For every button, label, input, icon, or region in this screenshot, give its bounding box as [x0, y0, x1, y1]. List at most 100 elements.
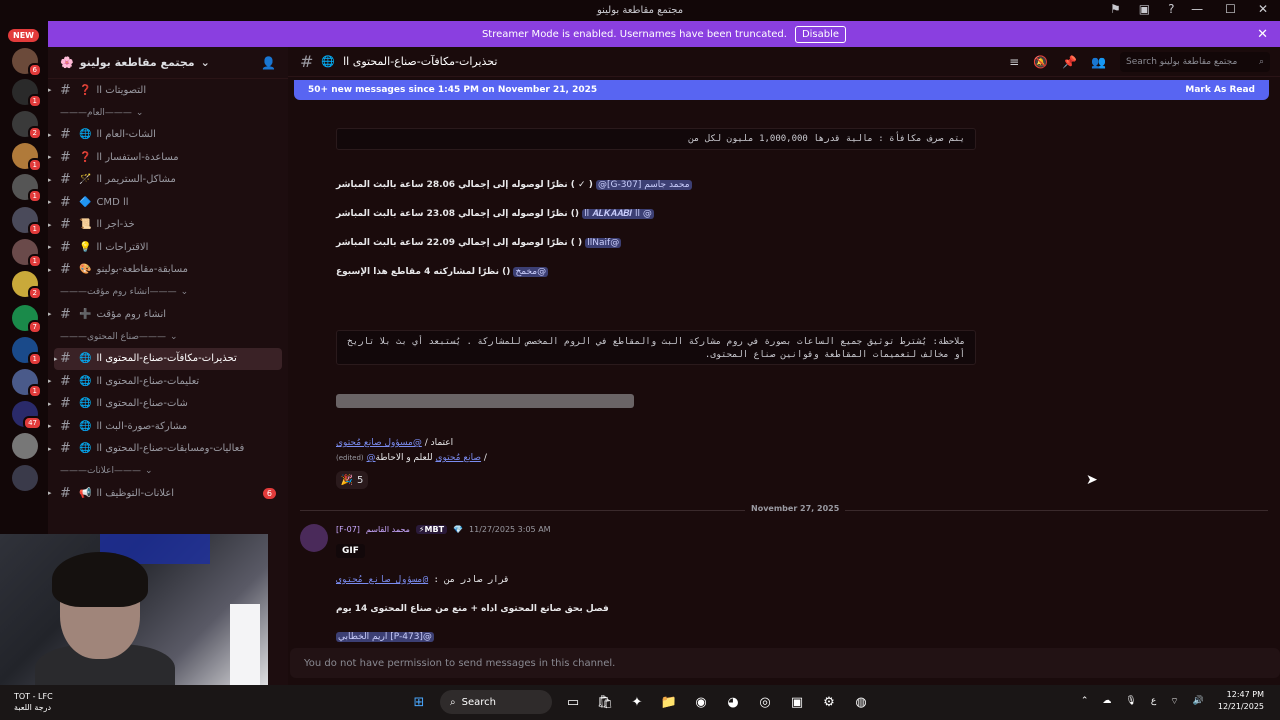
channel-item[interactable]: ▸ # 🌐 شات-صناع-المحتوى اا	[48, 393, 288, 416]
close-window-icon[interactable]: ✕	[1258, 2, 1268, 16]
server-icon[interactable]: 1	[12, 143, 42, 172]
author-id[interactable]: [F-07]	[336, 525, 360, 534]
obs-icon[interactable]: ◎	[754, 691, 776, 713]
notifications-icon[interactable]: 🔕	[1033, 55, 1048, 69]
channel-item[interactable]: ▸ # 🌐 فعاليات-ومسابقات-صناع-المحتوى اا	[48, 438, 288, 461]
channel-item[interactable]: ▸ # 📢 اعلانات-التوظيف اا 6	[48, 482, 288, 505]
channel-category[interactable]: ———صناع المحتوى——— ⌄	[48, 326, 288, 348]
last-mention[interactable]: @[P-473] اريم الخطابي	[336, 632, 434, 642]
discord-icon[interactable]: ◕	[722, 691, 744, 713]
store-icon[interactable]: 🛍	[594, 691, 616, 713]
server-icon[interactable]: 1	[12, 79, 42, 108]
channel-item[interactable]: ▸ # 🔷 CMD اا	[48, 191, 288, 214]
minimize-icon[interactable]: —	[1191, 2, 1203, 16]
window-titlebar: مجتمع مقاطعة بولينو ⚑ ▣ ? — ☐ ✕	[0, 0, 1280, 21]
mention-user-3[interactable]: @llNaif	[585, 238, 622, 248]
mic-icon[interactable]: 🎙	[1125, 696, 1136, 706]
channel-label: انشاء روم مؤقت	[96, 308, 167, 320]
mention-user-2[interactable]: @ اا 𝑨𝑳𝑲𝑨𝑨𝑩𝑰 اا	[582, 209, 654, 219]
reaction-button[interactable]: 🎉 5	[336, 471, 368, 489]
channel-item[interactable]: ▸ # ➕ انشاء روم مؤقت	[48, 303, 288, 326]
steam-icon[interactable]: ⚙	[818, 691, 840, 713]
server-icon[interactable]: 2	[12, 111, 42, 140]
avatar[interactable]	[300, 524, 328, 552]
channel-item[interactable]: ▸ # 💡 الاقتراحات اا	[48, 236, 288, 259]
inbox-icon[interactable]: ⚑	[1110, 2, 1121, 16]
channel-item[interactable]: ▸ # 🌐 مشاركة-صورة-البث اا	[48, 415, 288, 438]
server-icon[interactable]: 1	[12, 174, 42, 203]
server-icon[interactable]: 1	[12, 239, 42, 268]
channel-label: الاقتراحات اا	[96, 241, 149, 253]
new-messages-bar[interactable]: 50+ new messages since 1:45 PM on Novemb…	[294, 80, 1269, 100]
game-icon[interactable]: ▣	[786, 691, 808, 713]
channel-item[interactable]: ▸ # 🪄 مشاكل-الستريمر اا	[48, 169, 288, 192]
channel-emoji-icon: 🎨	[79, 264, 92, 276]
help-icon[interactable]: ?	[1168, 2, 1174, 16]
mention-user-4[interactable]: @مخمخ	[513, 267, 549, 277]
channel-label: مسابقة-مقاطعة-بولينو	[96, 264, 189, 276]
server-badge: 1	[27, 94, 42, 108]
window-title: مجتمع مقاطعة بولينو	[596, 5, 684, 16]
gif-embed[interactable]: GIF	[336, 544, 365, 558]
copilot-icon[interactable]: ✦	[626, 691, 648, 713]
server-icon[interactable]: 47	[12, 401, 42, 430]
task-view-icon[interactable]: ▭	[562, 691, 584, 713]
expand-arrow-icon: ▸	[48, 444, 52, 453]
hash-icon: #	[60, 149, 71, 165]
threads-icon[interactable]: ≡	[1009, 55, 1019, 69]
search-input[interactable]: Search مجتمع مقاطعة بولينو ⌕	[1120, 51, 1270, 72]
channel-item[interactable]: ▸ # 📜 خذ-اجر اا	[48, 214, 288, 237]
hash-icon: #	[60, 351, 71, 367]
chevron-down-icon: ⌄	[170, 331, 178, 342]
server-badge: 1	[27, 222, 42, 236]
chrome-icon[interactable]: ◍	[850, 691, 872, 713]
wifi-icon[interactable]: ⌔	[1170, 696, 1178, 707]
channel-item[interactable]: ▸ # 🎨 مسابقة-مقاطعة-بولينو	[48, 259, 288, 282]
channel-item[interactable]: ▸ # 🌐 الشات-العام اا	[48, 124, 288, 147]
volume-icon[interactable]: 🔊	[1193, 696, 1204, 706]
start-icon[interactable]: ⊞	[408, 691, 430, 713]
reward-line-2: @ اا 𝑨𝑳𝑲𝑨𝑨𝑩𝑰 اا () نظرًا لوصوله إلى إجما…	[336, 209, 654, 219]
edge-icon[interactable]: ◉	[690, 691, 712, 713]
chevron-up-icon[interactable]: ⌃	[1081, 696, 1089, 706]
channel-category[interactable]: ———العام——— ⌄	[48, 102, 288, 124]
invite-icon[interactable]: 👤	[261, 56, 276, 70]
channel-item[interactable]: ▸ # 🌐 تحذيرات-مكافآت-صناع-المحتوى اا	[54, 347, 282, 370]
server-icon[interactable]: 1	[12, 337, 42, 366]
pin-icon[interactable]: 📌	[1062, 55, 1077, 69]
clock[interactable]: 12:47 PM 12/21/2025	[1218, 689, 1264, 713]
channel-item[interactable]: ▸ # 🌐 تعليمات-صناع-المحتوى اا	[48, 370, 288, 393]
guild-header[interactable]: 🌸 مجتمع مقاطعة بولينو ⌄ 👤	[48, 47, 288, 79]
channel-item[interactable]: ▸ # ❓ التصويتات اا	[48, 79, 288, 102]
approve-mention[interactable]: @مسؤول صانع مُحتوى	[336, 438, 422, 448]
server-icon[interactable]	[12, 465, 38, 491]
server-icon[interactable]: 6	[12, 48, 42, 77]
mark-as-read-button[interactable]: Mark As Read	[1185, 85, 1255, 95]
cloud-icon[interactable]: ☁	[1102, 696, 1111, 706]
channel-item[interactable]: ▸ # ❓ مساعدة-استفسار اا	[48, 146, 288, 169]
server-icon[interactable]: 1	[12, 207, 42, 236]
channel-category[interactable]: ———اعلانات——— ⌄	[48, 460, 288, 482]
system-tray: ⌃ ☁ 🎙 ع ⌔ 🔊 12:47 PM 12/21/2025	[1081, 689, 1264, 713]
category-label: ———صناع المحتوى———	[60, 331, 166, 342]
disable-button[interactable]: Disable	[794, 25, 847, 43]
taskbar-search[interactable]: ⌕ Search	[440, 690, 552, 714]
language-indicator[interactable]: ع	[1151, 696, 1156, 706]
channel-category[interactable]: ———انشاء روم مؤقت——— ⌄	[48, 281, 288, 303]
folder-icon[interactable]: 📁	[658, 691, 680, 713]
screen-share-icon[interactable]: ▣	[1139, 2, 1150, 16]
server-icon[interactable]: 7	[12, 305, 42, 334]
maximize-icon[interactable]: ☐	[1225, 2, 1236, 16]
decision-mention[interactable]: @مسؤول صانع مُحتوى	[336, 575, 428, 585]
server-icon[interactable]	[12, 433, 38, 459]
weather-widget[interactable]: TOT - LFC درجة اللعبة	[14, 691, 53, 713]
hash-icon: #	[60, 127, 71, 143]
close-icon[interactable]: ✕	[1257, 27, 1268, 42]
server-icon[interactable]: 2	[12, 271, 42, 300]
mention-user-1[interactable]: محمد جاسم [G-307]@	[595, 180, 692, 190]
server-icon[interactable]: 1	[12, 369, 42, 398]
members-icon[interactable]: 👥	[1091, 55, 1106, 69]
hash-icon: #	[60, 194, 71, 210]
channel-emoji-icon: 🪄	[79, 174, 92, 186]
author-name[interactable]: محمد القاسم	[366, 525, 410, 534]
